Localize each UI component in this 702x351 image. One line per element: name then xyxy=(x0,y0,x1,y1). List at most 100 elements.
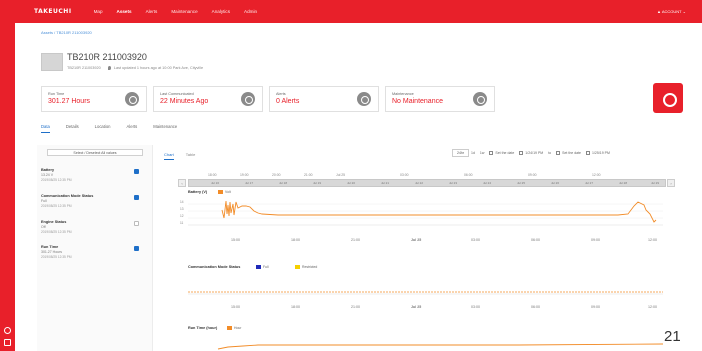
communication-chart xyxy=(188,291,663,295)
card-run-time: Run Time 301.27 Hours xyxy=(41,86,147,112)
legend-label-hour[interactable]: Hour xyxy=(234,326,241,330)
asset-location: Last updated 1 hours ago at 10:00 Park A… xyxy=(113,66,204,70)
card-label: Last Communicated xyxy=(160,92,194,96)
nav-item-admin[interactable]: Admin xyxy=(244,9,257,14)
timeline-label: Jul 27 xyxy=(585,181,594,185)
chart-title-communication: Communication Mode Status xyxy=(188,265,241,269)
top-nav-bar: TAKEUCHI Map Assets Alerts Maintenance A… xyxy=(0,0,702,23)
timeline-label: Jul 19 xyxy=(313,181,322,185)
chart-title-run-time: Run Time (hour) xyxy=(188,326,218,330)
metric-run-time[interactable]: Run Time 301.27 Hours 2019/08/25 12:35 P… xyxy=(41,245,147,259)
metric-checkbox[interactable] xyxy=(134,195,139,200)
x-tick: 18:00 xyxy=(291,238,300,242)
logout-icon[interactable] xyxy=(4,339,11,346)
metric-name: Run Time xyxy=(41,245,59,249)
y-tick: 12 xyxy=(180,214,184,218)
calendar-icon[interactable] xyxy=(556,150,561,155)
legend-swatch-restricted[interactable] xyxy=(295,265,300,269)
x-tick: 09:00 xyxy=(591,305,600,309)
clock-icon[interactable] xyxy=(586,150,591,155)
x-tick: 15:00 xyxy=(231,238,240,242)
metric-engine-status[interactable]: Engine Status Off 2019/08/25 12:35 PM xyxy=(41,220,147,234)
view-tabs: Chart Table xyxy=(164,152,207,160)
tab-data[interactable]: Data xyxy=(41,124,50,133)
wrench-icon[interactable] xyxy=(473,92,487,106)
range-1d-button[interactable]: 1d xyxy=(471,151,475,155)
nav-item-analytics[interactable]: Analytics xyxy=(212,9,230,14)
nav-item-maintenance[interactable]: Maintenance xyxy=(171,9,197,14)
location-pin-icon xyxy=(107,66,111,70)
from-date-field[interactable]: Set the date xyxy=(495,151,514,155)
range-1w-button[interactable]: 1w xyxy=(480,151,484,155)
range-24hr-button[interactable]: 24hr xyxy=(452,148,470,157)
x-tick: 06:00 xyxy=(531,305,540,309)
tab-table[interactable]: Table xyxy=(186,152,196,160)
card-value: 301.27 Hours xyxy=(48,98,91,105)
timeline-next-button[interactable]: › xyxy=(667,179,675,187)
metric-checkbox[interactable] xyxy=(134,246,139,251)
x-tick: 21:00 xyxy=(351,238,360,242)
x-tick: 09:00 xyxy=(591,238,600,242)
clock-icon[interactable] xyxy=(125,92,139,106)
alert-icon[interactable] xyxy=(357,92,371,106)
select-all-button[interactable]: Select / Deselect All values xyxy=(47,149,143,156)
timeline-label: Jul 23 xyxy=(449,181,458,185)
x-tick: Jul 25 xyxy=(411,305,422,309)
metric-value: Full xyxy=(41,199,47,203)
y-tick: 13 xyxy=(180,207,184,211)
metric-communication-mode[interactable]: Communication Mode Status Full 2019/08/2… xyxy=(41,194,147,208)
legend-swatch-hour[interactable] xyxy=(227,326,232,330)
brand-logo[interactable]: TAKEUCHI xyxy=(34,8,72,15)
breadcrumb[interactable]: Assets / TB210R 211003920 xyxy=(41,30,92,35)
from-time-field[interactable]: 1/24/19 PM xyxy=(525,151,543,155)
metric-checkbox[interactable] xyxy=(134,221,139,226)
timeline-navigator[interactable]: Jul 16 Jul 17 Jul 18 Jul 19 Jul 20 Jul 2… xyxy=(188,179,666,187)
nav-item-assets[interactable]: Assets xyxy=(117,9,132,14)
legend-label-volt[interactable]: Volt xyxy=(225,190,231,194)
calendar-icon[interactable] xyxy=(489,150,494,155)
tab-maintenance[interactable]: Maintenance xyxy=(153,124,177,133)
nav-item-map[interactable]: Map xyxy=(94,9,103,14)
timeline-label: Jul 18 xyxy=(279,181,288,185)
metric-checkbox[interactable] xyxy=(134,169,139,174)
metric-date: 2019/08/25 12:35 PM xyxy=(41,178,72,182)
metric-name: Engine Status xyxy=(41,220,67,224)
x-tick: 15:00 xyxy=(231,305,240,309)
account-menu[interactable]: ▲ ACCOUNT ⌄ xyxy=(657,9,686,14)
metric-value: Off xyxy=(41,225,46,229)
tab-chart[interactable]: Chart xyxy=(164,152,174,160)
legend-swatch-full[interactable] xyxy=(256,265,261,269)
chart-title-battery: Battery (V) xyxy=(188,190,208,194)
metric-name: Battery xyxy=(41,168,55,172)
timeline-label: Jul 16 xyxy=(211,181,220,185)
metric-value: 301.27 Hours xyxy=(41,250,63,254)
help-icon[interactable] xyxy=(4,327,11,334)
timeline-prev-button[interactable]: ‹ xyxy=(178,179,186,187)
card-label: Run Time xyxy=(48,92,65,96)
tab-details[interactable]: Details xyxy=(66,124,79,133)
legend-label-restricted[interactable]: Restricted xyxy=(302,265,317,269)
action-button[interactable] xyxy=(653,83,683,113)
tab-alerts[interactable]: Alerts xyxy=(127,124,138,133)
top-axis-label: 21:00 xyxy=(304,173,313,177)
top-axis-label: 18:00 xyxy=(208,173,217,177)
timeline-label: Jul 17 xyxy=(245,181,254,185)
legend-swatch-volt[interactable] xyxy=(218,190,223,194)
tab-location[interactable]: Location xyxy=(95,124,111,133)
metric-battery[interactable]: Battery 13.24 V 2019/08/25 12:35 PM xyxy=(41,168,147,182)
top-axis-label: 12:00 xyxy=(592,173,601,177)
top-axis-label: 20:00 xyxy=(272,173,281,177)
to-date-field[interactable]: Set the date xyxy=(562,151,581,155)
page-title: TB210R 211003920 xyxy=(67,52,147,62)
clock-icon[interactable] xyxy=(519,150,524,155)
x-tick: 06:00 xyxy=(531,238,540,242)
range-toolbar: 24hr 1d 1w Set the date 1/24/19 PM to Se… xyxy=(452,148,615,157)
card-label: Maintenance xyxy=(392,92,414,96)
x-tick: 12:00 xyxy=(648,305,657,309)
legend-label-full[interactable]: Full xyxy=(263,265,268,269)
x-tick: 21:00 xyxy=(351,305,360,309)
nav-item-alerts[interactable]: Alerts xyxy=(146,9,158,14)
top-axis-label: 19:00 xyxy=(240,173,249,177)
signal-icon[interactable] xyxy=(241,92,255,106)
to-time-field[interactable]: 1/25/19 PM xyxy=(592,151,610,155)
